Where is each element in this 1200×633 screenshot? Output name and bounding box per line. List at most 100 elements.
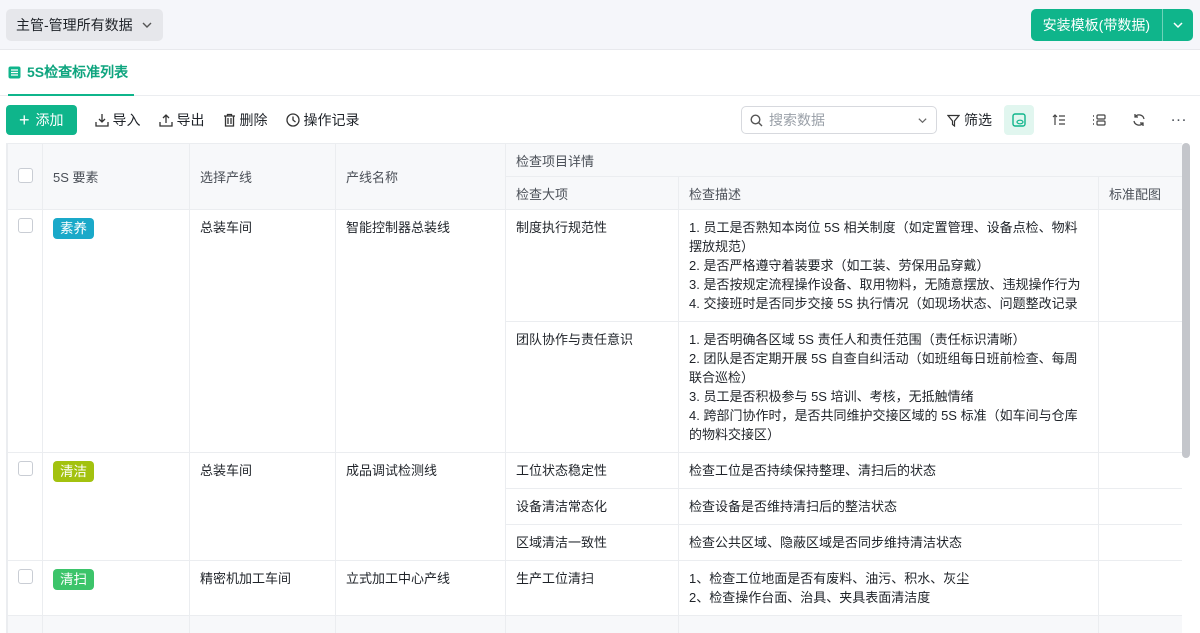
col-header-element[interactable]: 5S 要素: [42, 143, 190, 210]
filter-button[interactable]: 筛选: [947, 110, 992, 130]
line-name-cell: 智能控制器总装线: [335, 209, 506, 453]
chevron-down-icon: [142, 22, 152, 28]
desc-cell: 检查工位是否持续保持整理、清扫后的状态: [678, 452, 1099, 489]
desc-cell: 检查公共区域、隐蔽区域是否同步维持清洁状态: [678, 524, 1099, 561]
table-row[interactable]: 素养 总装车间 智能控制器总装线 制度执行规范性 1. 员工是否熟知本岗位 5S 相关制…: [7, 209, 1182, 453]
export-button[interactable]: 导出: [158, 110, 205, 130]
image-cell: [1097, 488, 1182, 525]
tab-bar: 5S检查标准列表: [0, 50, 1200, 96]
install-template-button-group: 安装模板(带数据): [1030, 9, 1193, 41]
chevron-down-icon: [918, 117, 927, 123]
import-label: 导入: [112, 112, 141, 128]
import-button[interactable]: 导入: [94, 110, 141, 130]
plus-icon: +: [19, 110, 30, 130]
filter-label: 筛选: [964, 112, 992, 128]
upload-icon: [158, 114, 173, 127]
image-cell: [1097, 452, 1182, 489]
group-icon: [1093, 114, 1106, 126]
row-select-cell: [7, 452, 43, 561]
image-cell: [1097, 524, 1182, 561]
add-button[interactable]: + 添加: [6, 105, 77, 135]
line-name-cell: 立式加工中心产线: [335, 560, 506, 616]
install-template-button[interactable]: 安装模板(带数据): [1031, 9, 1163, 41]
table-row[interactable]: 清洁 总装车间 成品调试检测线 工位状态稳定性 检查工位是否持续保持整理、清扫后的状态: [7, 452, 1182, 561]
tab-label: 5S检查标准列表: [27, 64, 129, 80]
desc-line: 检查公共区域、隐蔽区域是否同步维持清洁状态: [689, 535, 963, 550]
sort-button[interactable]: [1044, 105, 1074, 135]
col-header-desc[interactable]: 检查描述: [678, 176, 1099, 210]
search-placeholder: 搜索数据: [769, 112, 825, 128]
row-checkbox[interactable]: [18, 569, 33, 584]
desc-line: 3. 员工是否积极参与 5S 培训、考核，无抵触情绪: [689, 389, 974, 404]
operation-log-button[interactable]: 操作记录: [285, 110, 360, 130]
element-tag: 素养: [53, 218, 94, 239]
item-cell: 制度执行规范性: [505, 209, 679, 322]
line-select-cell: 精密机加工车间: [189, 560, 336, 616]
more-icon: ...: [1170, 108, 1188, 125]
desc-line: 1. 是否明确各区域 5S 责任人和责任范围（责任标识清晰）: [689, 332, 1026, 347]
log-label: 操作记录: [303, 112, 360, 128]
element-tag: 清扫: [53, 569, 94, 590]
desc-line: 1、检查工位地面是否有废料、油污、积水、灰尘: [689, 571, 970, 586]
empty-row: [7, 615, 1182, 633]
row-checkbox[interactable]: [18, 461, 33, 476]
desc-cell: 检查设备是否维持清扫后的整洁状态: [678, 488, 1099, 525]
add-label: 添加: [35, 112, 64, 128]
download-icon: [94, 114, 109, 127]
table-icon: [8, 66, 21, 78]
export-label: 导出: [176, 112, 205, 128]
item-cell: 设备清洁常态化: [505, 488, 679, 525]
chevron-down-icon: [1173, 22, 1183, 29]
vertical-scrollbar[interactable]: [1182, 143, 1190, 458]
view-toggle-button[interactable]: [1004, 105, 1034, 135]
group-button[interactable]: [1084, 105, 1114, 135]
element-cell: 素养: [42, 209, 190, 453]
item-cell: 区域清洁一致性: [505, 524, 679, 561]
table-row[interactable]: 清扫 精密机加工车间 立式加工中心产线 生产工位清扫 1、检查工位地面是否有废料、油污、…: [7, 560, 1182, 616]
row-checkbox[interactable]: [18, 218, 33, 233]
desc-line: 检查设备是否维持清扫后的整洁状态: [689, 499, 898, 514]
clock-icon: [285, 113, 300, 127]
item-cell: 工位状态稳定性: [505, 452, 679, 489]
tab-5s-standard-list[interactable]: 5S检查标准列表: [8, 50, 135, 96]
desc-line: 4. 交接班时是否同步交接 5S 执行情况（如现场状态、问题整改记录: [689, 296, 1078, 311]
element-tag: 清洁: [53, 461, 94, 482]
line-select-cell: 总装车间: [189, 452, 336, 561]
select-all-checkbox[interactable]: [18, 167, 33, 183]
desc-line: 3. 是否按规定流程操作设备、取用物料，无随意摆放、违规操作行为: [689, 277, 1081, 292]
col-group-header-details: 检查项目详情: [504, 143, 1182, 177]
line-select-cell: 总装车间: [189, 209, 336, 453]
desc-line: 2. 是否严格遵守着装要求（如工装、劳保用品穿戴）: [689, 258, 990, 273]
col-header-image[interactable]: 标准配图: [1097, 176, 1182, 210]
more-button[interactable]: ...: [1164, 105, 1194, 135]
element-cell: 清洁: [42, 452, 190, 561]
role-label: 主管-管理所有数据: [16, 17, 133, 33]
toolbar: + 添加 导入 导出 删除 操作记录 搜索数据 筛选 ...: [6, 105, 1194, 135]
desc-cell: 1. 是否明确各区域 5S 责任人和责任范围（责任标识清晰） 2. 团队是否定期开…: [678, 321, 1099, 453]
search-icon: [750, 113, 763, 126]
eye-card-icon: [1012, 113, 1026, 127]
desc-line: 2、检查操作台面、治具、夹具表面清洁度: [689, 590, 931, 605]
data-table: 5S 要素 选择产线 产线名称 检查项目详情 检查大项 检查描述 标准配图 素养…: [6, 143, 1182, 633]
col-header-line-name[interactable]: 产线名称: [335, 143, 506, 210]
top-bar: 主管-管理所有数据 安装模板(带数据): [0, 0, 1200, 50]
sort-icon: [1052, 114, 1065, 125]
item-cell: 生产工位清扫: [505, 560, 679, 616]
desc-line: 4. 跨部门协作时，是否共同维护交接区域的 5S 标准（如车间与仓库的物料交接区…: [689, 408, 1078, 442]
role-selector[interactable]: 主管-管理所有数据: [6, 9, 163, 41]
search-input[interactable]: 搜索数据: [741, 106, 937, 134]
image-cell: [1097, 209, 1182, 322]
select-all-cell: [7, 143, 43, 210]
image-cell: [1097, 321, 1182, 453]
refresh-button[interactable]: [1124, 105, 1154, 135]
row-select-cell: [7, 560, 43, 616]
col-header-item[interactable]: 检查大项: [505, 176, 679, 210]
filter-icon: [947, 114, 960, 127]
row-select-cell: [7, 209, 43, 453]
item-cell: 团队协作与责任意识: [505, 321, 679, 453]
delete-button[interactable]: 删除: [223, 110, 268, 130]
desc-line: 检查工位是否持续保持整理、清扫后的状态: [689, 463, 937, 478]
refresh-icon: [1133, 114, 1145, 126]
col-header-line-select[interactable]: 选择产线: [189, 143, 336, 210]
install-options-dropdown[interactable]: [1163, 9, 1193, 41]
